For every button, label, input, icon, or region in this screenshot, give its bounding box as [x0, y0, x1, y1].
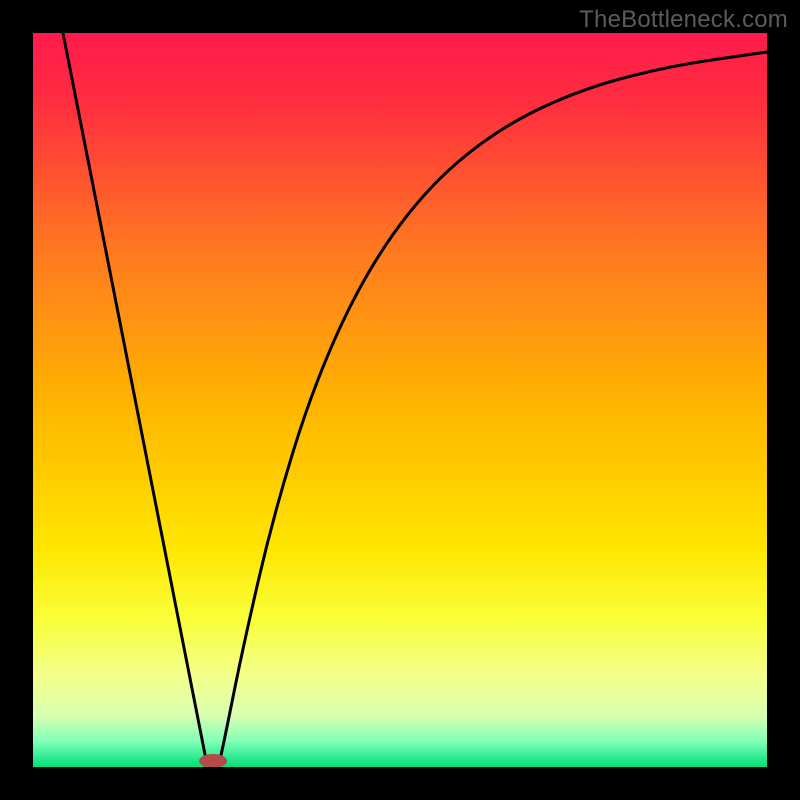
chart-plot-area: [33, 33, 767, 767]
chart-background-gradient: [33, 33, 767, 767]
chart-frame: TheBottleneck.com: [0, 0, 800, 800]
chart-svg: [33, 33, 767, 767]
attribution-label: TheBottleneck.com: [579, 6, 788, 34]
